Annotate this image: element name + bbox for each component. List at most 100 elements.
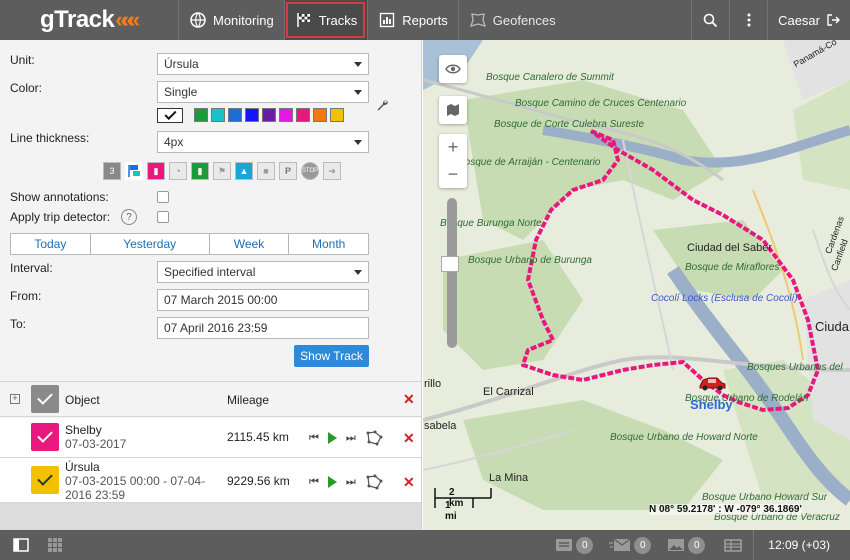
- color-swatch[interactable]: [296, 108, 310, 122]
- eye-icon: [445, 64, 461, 74]
- track-visible-checkbox[interactable]: [31, 466, 59, 494]
- fast-forward-icon[interactable]: ⏭: [346, 432, 356, 445]
- flag-icon[interactable]: ⚑: [213, 162, 231, 180]
- wrench-icon[interactable]: [376, 99, 389, 115]
- flags-icon[interactable]: [125, 162, 143, 180]
- map-label: Bosque Urbano Howard Sur: [702, 492, 828, 503]
- nav-monitoring[interactable]: Monitoring: [178, 0, 284, 40]
- mail-counter[interactable]: 0: [601, 536, 659, 554]
- delete-track-icon[interactable]: ✕: [403, 474, 415, 491]
- polygon-geofence-icon[interactable]: [365, 474, 383, 490]
- image-counter[interactable]: 0: [659, 536, 713, 554]
- parking-icon[interactable]: P: [279, 162, 297, 180]
- map-label: Bosque de Corte Culebra Sureste: [494, 119, 645, 130]
- color-swatch[interactable]: [330, 108, 344, 122]
- table-row[interactable]: Úrsula 07-03-2015 00:00 - 07-04-2016 23:…: [0, 458, 421, 503]
- selected-color-swatch[interactable]: [157, 108, 183, 123]
- track-settings-panel: Unit: Úrsula Color: Single Line thicknes…: [0, 40, 422, 530]
- arrow-right-icon[interactable]: ➜: [323, 162, 341, 180]
- map-label: Ciudad del Saber: [687, 242, 773, 254]
- show-track-button[interactable]: Show Track: [294, 345, 369, 367]
- color-swatch[interactable]: [194, 108, 208, 122]
- nav-tracks[interactable]: Tracks: [283, 0, 368, 40]
- help-icon[interactable]: ?: [121, 209, 137, 225]
- vehicle-marker-icon[interactable]: [697, 374, 727, 392]
- color-swatch[interactable]: [245, 108, 259, 122]
- map-label: sabela: [424, 420, 457, 432]
- image-icon[interactable]: ▲: [235, 162, 253, 180]
- color-swatch[interactable]: [313, 108, 327, 122]
- delete-all-icon[interactable]: ✕: [403, 391, 415, 408]
- polygon-geofence-icon[interactable]: [365, 430, 383, 446]
- color-label: Color:: [10, 81, 43, 95]
- interval-select[interactable]: Specified interval: [157, 261, 369, 283]
- rewind-icon[interactable]: ⏮: [309, 432, 319, 445]
- nav-reports[interactable]: Reports: [367, 0, 458, 40]
- color-swatch[interactable]: [262, 108, 276, 122]
- annotation-icon-strip: 3 ▮ ◔ ▮ ⚑ ▲ ■ P STOP ➜: [103, 162, 341, 180]
- map-layers-button[interactable]: [439, 96, 467, 124]
- play-icon[interactable]: [327, 432, 337, 444]
- apply-trip-detector-checkbox[interactable]: [157, 211, 169, 223]
- zoom-out-button[interactable]: −: [439, 161, 467, 188]
- search-button[interactable]: [691, 0, 729, 40]
- zoom-slider-handle[interactable]: [441, 256, 459, 272]
- delete-track-icon[interactable]: ✕: [403, 430, 415, 447]
- toggle-panel-button[interactable]: [9, 530, 33, 560]
- column-mileage-header: Mileage: [227, 393, 270, 407]
- grid-icon: [48, 538, 62, 552]
- zoom-slider-track[interactable]: [447, 198, 457, 348]
- unit-select[interactable]: Úrsula: [157, 53, 369, 75]
- message-counter[interactable]: 0: [547, 536, 601, 554]
- chevron-down-icon: [354, 62, 362, 67]
- app-logo[interactable]: gTrack «««: [0, 0, 178, 40]
- tab-today[interactable]: Today: [11, 234, 91, 254]
- from-date-input[interactable]: 07 March 2015 00:00: [157, 289, 369, 311]
- video-icon[interactable]: ■: [257, 162, 275, 180]
- more-menu-button[interactable]: [729, 0, 767, 40]
- visibility-toggle-button[interactable]: [439, 55, 467, 83]
- rewind-icon[interactable]: ⏮: [309, 476, 319, 489]
- tab-week[interactable]: Week: [210, 234, 290, 254]
- stop-icon[interactable]: STOP: [301, 162, 319, 180]
- tab-yesterday[interactable]: Yesterday: [91, 234, 210, 254]
- select-all-checkbox[interactable]: [31, 385, 59, 413]
- tab-month[interactable]: Month: [289, 234, 368, 254]
- expand-all-icon[interactable]: +: [10, 394, 20, 404]
- play-icon[interactable]: [327, 476, 337, 488]
- map-label: El Carrizal: [483, 386, 534, 398]
- event-log-button[interactable]: [713, 530, 753, 560]
- to-date-input[interactable]: 07 April 2016 23:59: [157, 317, 369, 339]
- fast-forward-icon[interactable]: ⏭: [346, 476, 356, 489]
- column-object-header: Object: [65, 393, 100, 407]
- user-menu[interactable]: Caesar: [767, 0, 850, 40]
- fuel-station-icon[interactable]: ▮: [191, 162, 209, 180]
- grid-view-button[interactable]: [43, 530, 67, 560]
- fuel-icon[interactable]: ▮: [147, 162, 165, 180]
- speed-icon[interactable]: ◔: [169, 162, 187, 180]
- map-view[interactable]: Bosque Canalero de Summit Bosque Camino …: [423, 40, 850, 530]
- color-select[interactable]: Single: [157, 81, 369, 103]
- color-swatch[interactable]: [228, 108, 242, 122]
- line-thickness-select[interactable]: 4px: [157, 131, 369, 153]
- map-label: Cocolí Locks (Esclusa de Cocolí): [651, 293, 798, 304]
- zoom-in-button[interactable]: +: [439, 134, 467, 161]
- color-swatch[interactable]: [211, 108, 225, 122]
- color-swatch[interactable]: [279, 108, 293, 122]
- trip-number-icon[interactable]: 3: [103, 162, 121, 180]
- show-annotations-checkbox[interactable]: [157, 191, 169, 203]
- logout-icon: [827, 14, 840, 26]
- show-annotations-label: Show annotations:: [10, 190, 109, 204]
- panel-footer: [0, 503, 421, 530]
- nav-geofences[interactable]: Geofences: [457, 0, 566, 40]
- track-object-name: Shelby: [65, 423, 102, 437]
- scale-mi: 1 mi: [445, 500, 457, 522]
- track-date: 07-03-2015 00:00 - 07-04-2016 23:59: [65, 474, 206, 502]
- color-palette: [157, 108, 344, 123]
- current-time: 12:09 (+03): [753, 530, 850, 560]
- map-label: Ciuda: [815, 319, 849, 334]
- chevron-down-icon: [354, 140, 362, 145]
- track-mileage: 9229.56 km: [227, 474, 290, 488]
- track-visible-checkbox[interactable]: [31, 423, 59, 451]
- table-row[interactable]: Shelby 07-03-2017 2115.45 km ⏮ ⏭ ✕: [0, 418, 421, 458]
